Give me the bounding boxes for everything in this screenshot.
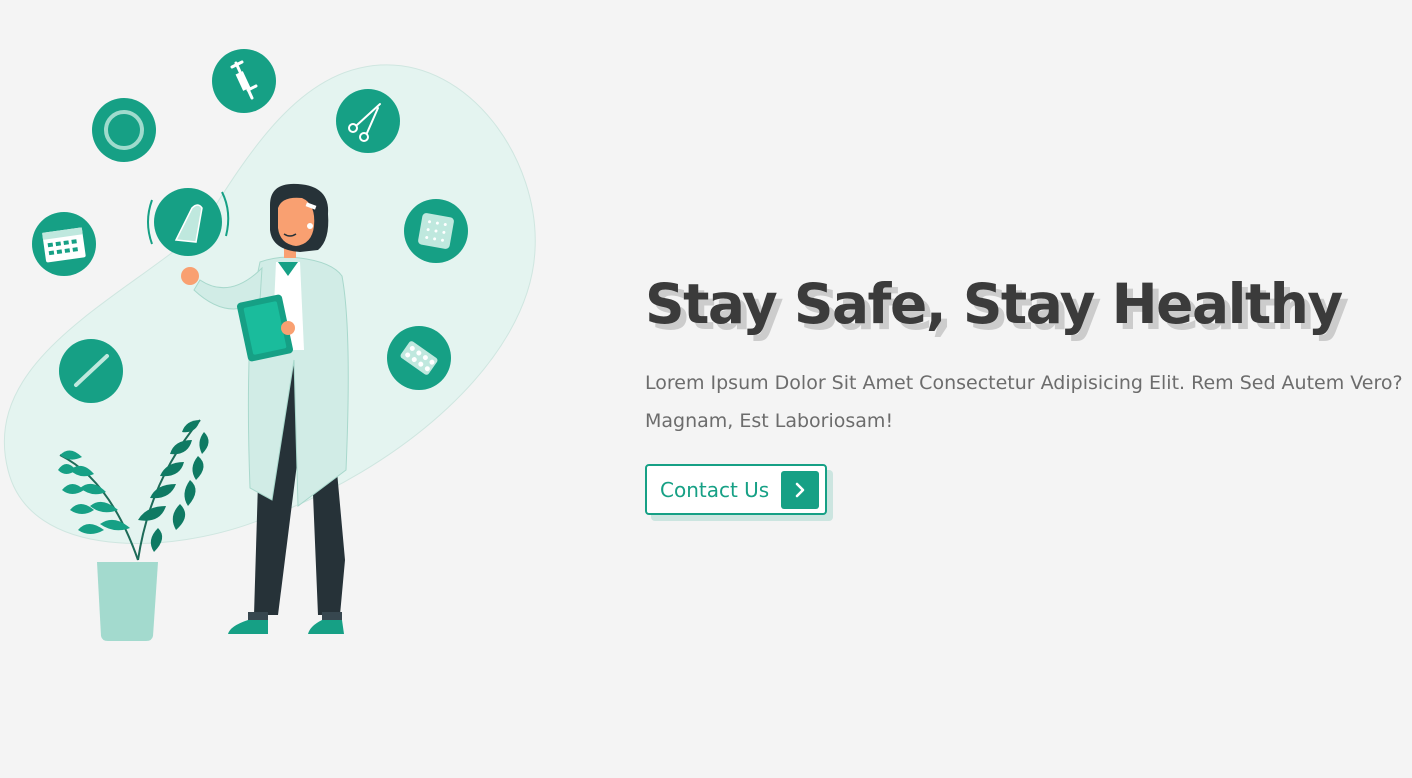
hero-section: Stay Safe, Stay Healthy Lorem Ipsum Dolo…	[0, 0, 1412, 778]
contraceptive-patch-icon	[404, 199, 468, 263]
hero-title: Stay Safe, Stay Healthy	[645, 272, 1343, 336]
ring-icon	[92, 98, 156, 162]
calendar-icon	[32, 212, 96, 276]
syringe-icon	[212, 49, 276, 113]
contact-us-button[interactable]: Contact Us	[645, 464, 828, 515]
chevron-right-icon	[781, 470, 820, 509]
contact-us-label: Contact Us	[660, 477, 770, 502]
thermometer-icon	[59, 339, 123, 403]
scissors-icon	[336, 89, 400, 153]
hero-content: Stay Safe, Stay Healthy Lorem Ipsum Dolo…	[645, 268, 1412, 515]
doctor-illustration	[3, 49, 536, 641]
hero-description: Lorem Ipsum Dolor Sit Amet Consectetur A…	[645, 372, 1403, 432]
pill-pack-icon	[387, 326, 451, 390]
